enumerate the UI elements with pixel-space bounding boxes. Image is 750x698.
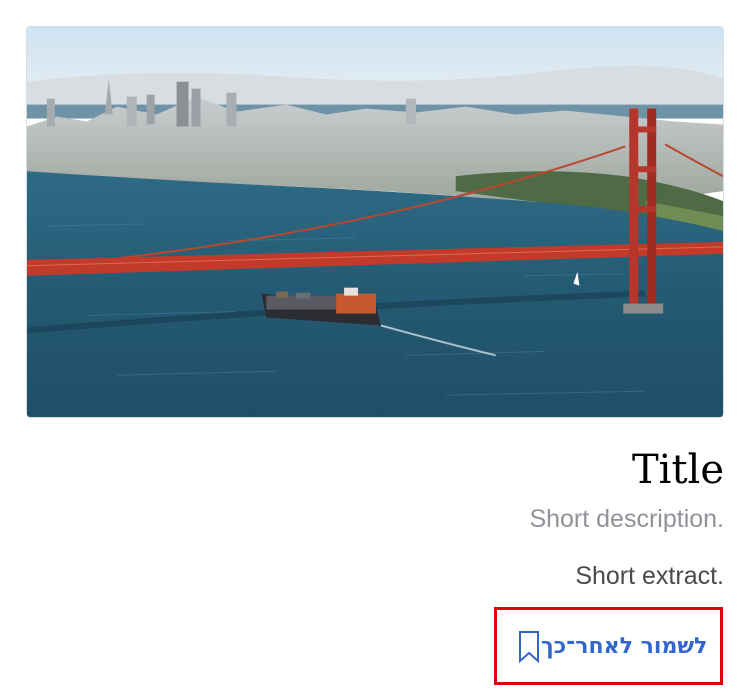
card-title[interactable]: Title [632,446,724,494]
card-extract: Short extract. [575,562,724,590]
bookmark-icon [517,630,541,664]
golden-gate-photo [27,27,723,417]
save-for-later-label: לשמור לאחר־כך [541,633,708,659]
card-description: Short description. [529,505,724,533]
feed-card: Title Short description. Short extract. … [0,0,750,698]
save-for-later-button[interactable]: לשמור לאחר־כך [497,610,720,682]
card-image[interactable] [26,26,724,418]
highlight-box: לשמור לאחר־כך [494,607,723,685]
